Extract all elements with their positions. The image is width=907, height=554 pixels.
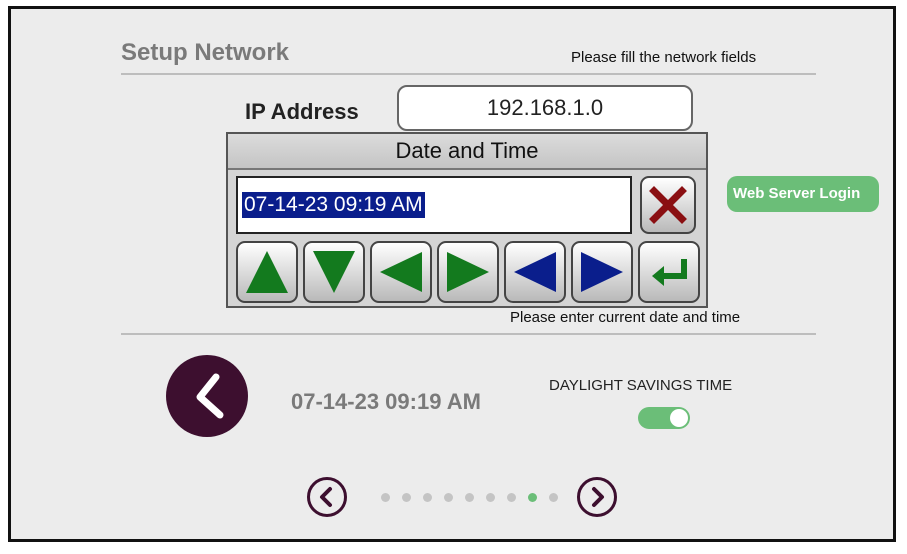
dialog-button-row bbox=[236, 241, 702, 303]
toggle-knob bbox=[670, 409, 688, 427]
top-divider bbox=[121, 73, 816, 75]
page-dot[interactable] bbox=[381, 493, 390, 502]
page-dot[interactable] bbox=[486, 493, 495, 502]
page-dot[interactable] bbox=[423, 493, 432, 502]
enter-button[interactable] bbox=[638, 241, 700, 303]
middle-divider bbox=[121, 333, 816, 335]
page-title: Setup Network bbox=[121, 39, 290, 66]
cursor-right-button[interactable] bbox=[571, 241, 633, 303]
dialog-title: Date and Time bbox=[228, 134, 706, 170]
x-icon bbox=[649, 186, 687, 224]
decrement-button[interactable] bbox=[303, 241, 365, 303]
clock-icon[interactable] bbox=[166, 355, 248, 437]
triangle-right-icon bbox=[581, 252, 623, 292]
clock-hands-icon bbox=[196, 373, 224, 419]
chevron-right-icon bbox=[592, 487, 604, 507]
web-server-login-button[interactable]: Web Server Login bbox=[727, 176, 879, 212]
dst-toggle[interactable] bbox=[638, 407, 690, 429]
dst-label: DAYLIGHT SAVINGS TIME bbox=[549, 377, 733, 394]
date-time-hint: Please enter current date and time bbox=[510, 309, 741, 326]
page-dot[interactable] bbox=[528, 493, 537, 502]
field-right-button[interactable] bbox=[437, 241, 499, 303]
triangle-left-icon bbox=[514, 252, 556, 292]
triangle-right-icon bbox=[447, 252, 489, 292]
triangle-down-icon bbox=[313, 251, 355, 293]
prev-page-button[interactable] bbox=[307, 477, 347, 517]
page-dot[interactable] bbox=[507, 493, 516, 502]
increment-button[interactable] bbox=[236, 241, 298, 303]
date-time-input[interactable]: 07-14-23 09:19 AM bbox=[236, 176, 632, 234]
network-hint: Please fill the network fields bbox=[571, 49, 757, 66]
chevron-left-icon bbox=[320, 487, 332, 507]
ip-address-field[interactable]: 192.168.1.0 bbox=[397, 85, 693, 131]
date-time-input-value: 07-14-23 09:19 AM bbox=[242, 192, 425, 218]
current-time: 07-14-23 09:19 AM bbox=[291, 389, 481, 414]
page-dot[interactable] bbox=[444, 493, 453, 502]
page-dot[interactable] bbox=[402, 493, 411, 502]
clear-button[interactable] bbox=[640, 176, 696, 234]
triangle-left-icon bbox=[380, 252, 422, 292]
screen: Setup Network Please fill the network fi… bbox=[8, 6, 896, 542]
triangle-up-icon bbox=[246, 251, 288, 293]
enter-icon bbox=[652, 259, 687, 286]
cursor-left-button[interactable] bbox=[504, 241, 566, 303]
ip-address-label: IP Address bbox=[245, 99, 359, 124]
date-time-dialog: Date and Time 07-14-23 09:19 AM bbox=[226, 132, 708, 308]
page-dot[interactable] bbox=[549, 493, 558, 502]
page-dot[interactable] bbox=[465, 493, 474, 502]
next-page-button[interactable] bbox=[577, 477, 617, 517]
field-left-button[interactable] bbox=[370, 241, 432, 303]
